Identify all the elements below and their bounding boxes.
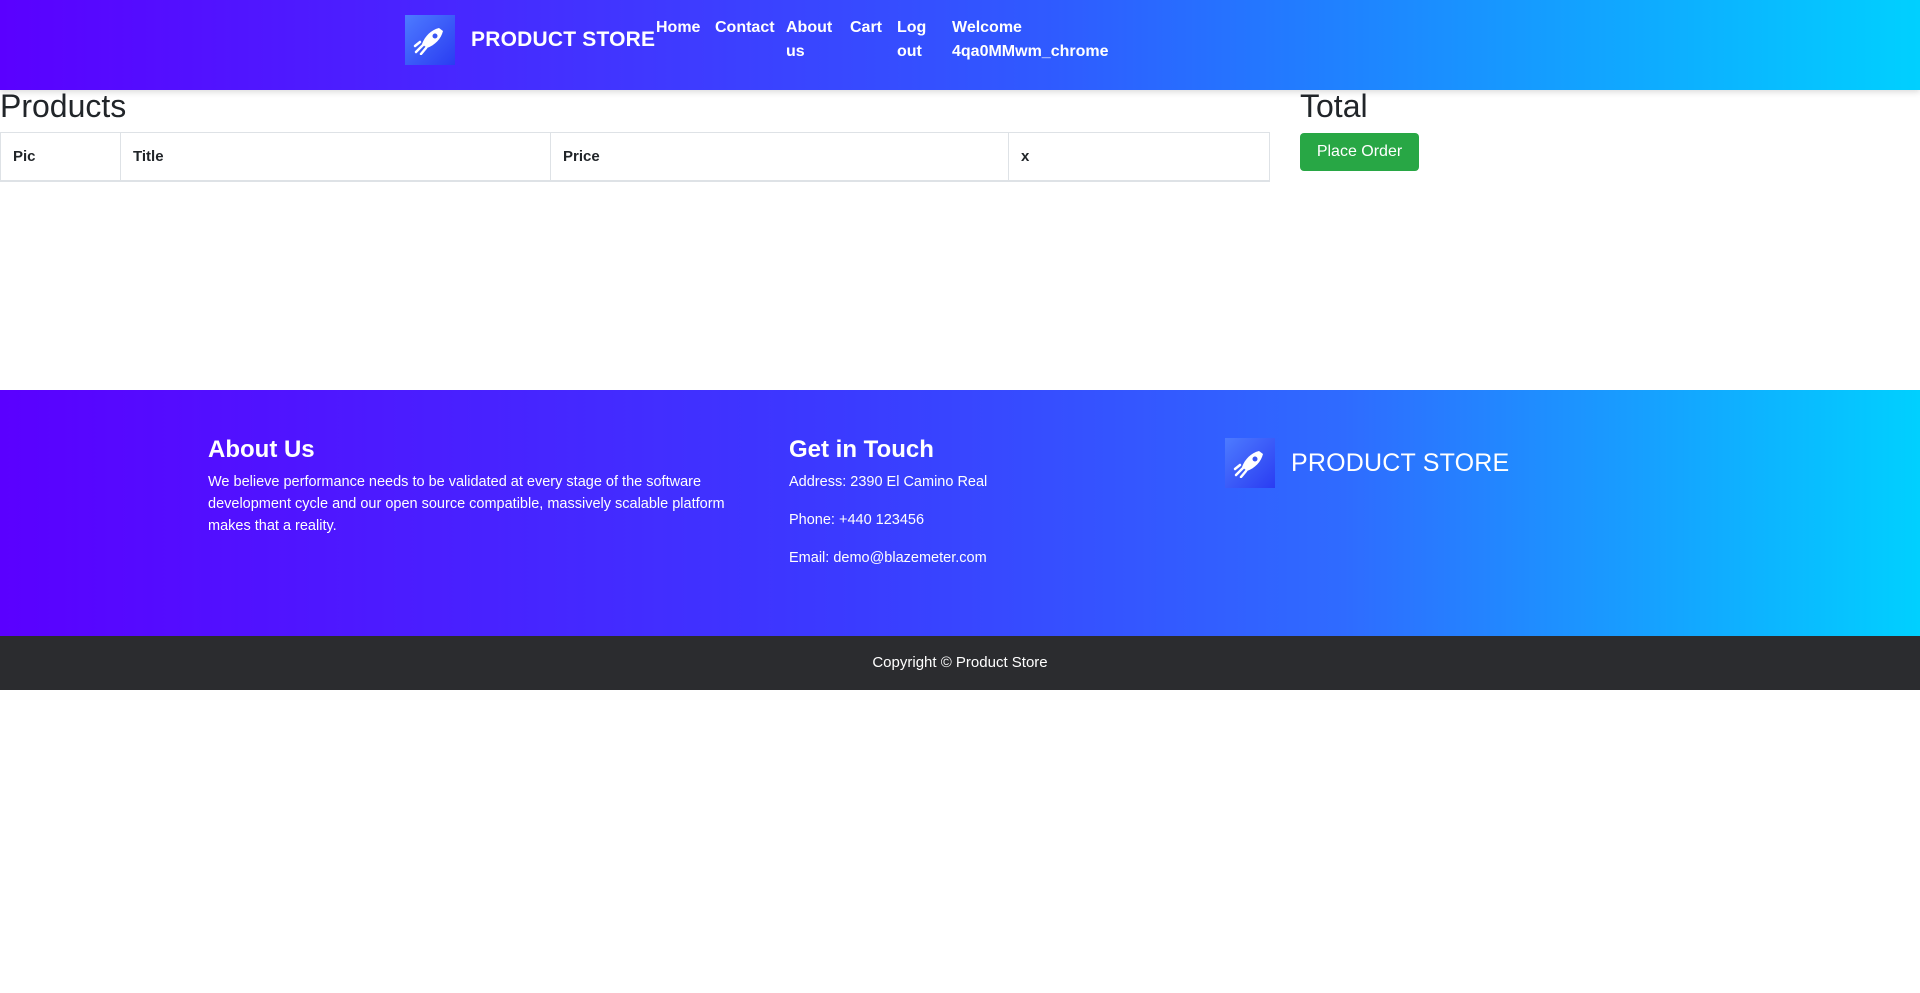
nav-logout[interactable]: Log out (897, 16, 926, 64)
column-header-pic: Pic (0, 132, 121, 182)
nav-about-label-line2: us (786, 43, 805, 60)
contact-address: Address: 2390 El Camino Real (789, 474, 988, 490)
nav-about-label-line1: About (786, 19, 833, 36)
nav-home-label: Home (656, 19, 701, 36)
about-us-text-line2: development cycle and our open source co… (208, 496, 725, 512)
about-us-title: About Us (208, 436, 315, 463)
nav-contact-label: Contact (715, 19, 775, 36)
nav-cart[interactable]: Cart (850, 16, 882, 40)
nav-logout-label-line2: out (897, 43, 922, 60)
rocket-icon (1225, 438, 1275, 488)
column-header-delete: x (1008, 132, 1270, 182)
about-us-text-line3: makes that a reality. (208, 518, 337, 534)
footer-brand-name: PRODUCT STORE (1291, 448, 1510, 477)
brand-name: PRODUCT STORE (471, 28, 656, 51)
nav-logout-label-line1: Log (897, 19, 927, 36)
total-heading: Total (1300, 88, 1368, 124)
about-us-text-line1: We believe performance needs to be valid… (208, 474, 702, 490)
cart-table: Pic Title Price x (0, 132, 1270, 182)
nav-welcome-label: Welcome (952, 19, 1022, 36)
column-header-title: Title (120, 132, 551, 182)
rocket-icon (405, 15, 455, 65)
nav-home[interactable]: Home (656, 16, 700, 40)
copyright-bar: Copyright © Product Store (0, 636, 1920, 690)
footer: About Us We believe performance needs to… (0, 390, 1920, 636)
contact-email: Email: demo@blazemeter.com (789, 550, 987, 566)
nav-contact[interactable]: Contact (715, 16, 775, 40)
column-header-price: Price (550, 132, 1009, 182)
nav-username: 4qa0MMwm_chrome (952, 43, 1109, 60)
products-heading: Products (0, 88, 127, 124)
nav-about-us[interactable]: About us (786, 16, 832, 64)
about-us-text: We believe performance needs to be valid… (208, 471, 725, 537)
footer-brand: PRODUCT STORE (1225, 438, 1509, 488)
nav-cart-label: Cart (850, 19, 883, 36)
brand-link[interactable]: PRODUCT STORE (405, 15, 655, 65)
table-header-row: Pic Title Price x (0, 132, 1270, 182)
contact-phone: Phone: +440 123456 (789, 512, 925, 528)
navbar: PRODUCT STORE Home Contact About us Cart… (0, 0, 1920, 90)
get-in-touch-title: Get in Touch (789, 436, 934, 463)
nav-welcome-user[interactable]: Welcome 4qa0MMwm_chrome (952, 16, 1109, 64)
copyright-text: Copyright © Product Store (872, 654, 1048, 671)
place-order-button[interactable]: Place Order (1300, 133, 1419, 171)
